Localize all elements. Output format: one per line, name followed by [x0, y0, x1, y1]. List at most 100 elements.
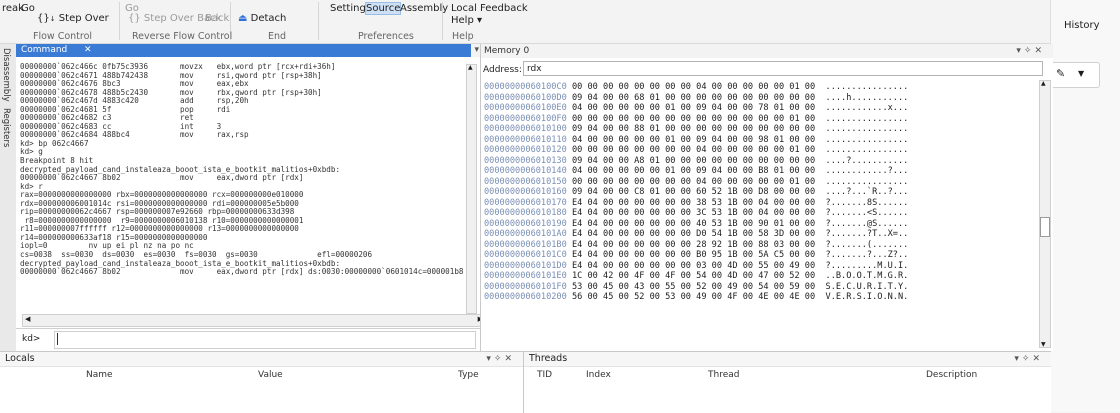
- group-label-help: Help: [452, 31, 474, 42]
- command-input[interactable]: [54, 331, 476, 349]
- memory-row-address: 0000000006010150: [484, 176, 567, 187]
- memory-row-bytes: 09 04 00 00 A8 01 00 00 00 00 00 00 00 0…: [571, 155, 816, 166]
- memory-row-ascii: ?.......<S......: [825, 208, 909, 218]
- memory-row: 00000000060101D0 E4 04 00 00 00 00 00 00…: [484, 261, 1039, 272]
- group-label-end: End: [268, 31, 287, 42]
- command-title: Command: [21, 45, 68, 55]
- memory-row-ascii: ................: [825, 113, 909, 124]
- command-prompt-label: kd>: [22, 334, 41, 344]
- memory-row-bytes: 1C 00 42 00 4F 00 4F 00 54 00 4D 00 47 0…: [571, 271, 816, 281]
- tab-disassembly[interactable]: Disassembly: [1, 48, 11, 102]
- threads-column-index[interactable]: Index: [586, 370, 611, 380]
- memory-row-bytes: 00 00 00 00 00 00 00 00 04 00 00 00 00 0…: [571, 145, 816, 155]
- memory-row: 00000000060101F0 53 00 45 00 43 00 55 00…: [484, 282, 1039, 293]
- memory-row-address: 00000000060101E0: [484, 271, 567, 281]
- pin-icon[interactable]: ✧: [1022, 354, 1033, 364]
- memory-row: 0000000006010170 E4 04 00 00 00 00 00 00…: [484, 198, 1039, 209]
- memory-row-address: 00000000060100F0: [484, 113, 567, 124]
- assembly-button[interactable]: Assembly: [400, 3, 448, 14]
- locals-column-value[interactable]: Value: [258, 370, 283, 380]
- edit-dropdown-button[interactable]: ✎ ▼: [1051, 62, 1100, 88]
- step-over-button[interactable]: {}↓ Step Over: [37, 13, 109, 24]
- memory-row-address: 00000000060101A0: [484, 229, 567, 239]
- close-icon[interactable]: ✕: [504, 354, 515, 364]
- memory-row-address: 00000000060100C0: [484, 82, 567, 92]
- memory-row: 00000000060100F0 00 00 00 00 00 00 00 00…: [484, 114, 1039, 125]
- pin-icon[interactable]: ✧: [494, 354, 505, 364]
- close-icon[interactable]: ✕: [1032, 354, 1043, 364]
- memory-row-bytes: 56 00 45 00 52 00 53 00 49 00 4F 00 4E 0…: [571, 292, 816, 302]
- scroll-up-icon[interactable]: ▲: [1041, 80, 1046, 87]
- memory-row-address: 0000000006010180: [484, 208, 567, 218]
- memory-row: 0000000006010160 09 04 00 00 C8 01 00 00…: [484, 187, 1039, 198]
- memory-row-address: 00000000060101F0: [484, 281, 567, 292]
- help-menu[interactable]: Help ▾: [451, 15, 482, 26]
- scroll-left-icon[interactable]: ◀: [25, 315, 30, 323]
- dropdown-icon[interactable]: ▾: [1016, 46, 1024, 56]
- locals-column-name[interactable]: Name: [86, 370, 113, 380]
- text-caret: [57, 333, 58, 345]
- memory-row: 0000000006010200 56 00 45 00 52 00 53 00…: [484, 292, 1039, 303]
- ribbon: reak Go {}↓ Step Over Go {} Step Over Ba…: [0, 0, 1050, 44]
- command-vertical-scrollbar[interactable]: ▲: [466, 64, 477, 314]
- history-tab[interactable]: History: [1064, 20, 1100, 31]
- locals-column-type[interactable]: Type: [458, 370, 479, 380]
- local-help-button[interactable]: Local: [451, 3, 477, 14]
- pin-icon[interactable]: ✧: [1024, 46, 1035, 56]
- step-over-label: Step Over: [58, 13, 109, 24]
- command-horizontal-scrollbar[interactable]: ◀ ▶: [22, 314, 486, 327]
- eject-icon: ⏏: [238, 13, 248, 24]
- right-panel: History ✎ ▼: [1050, 0, 1120, 412]
- memory-row-bytes: 00 00 00 00 00 00 00 00 04 00 00 00 00 0…: [571, 176, 816, 187]
- memory-row-ascii: ?.......(.......: [825, 239, 909, 250]
- memory-row-ascii: S.E.C.U.R.I.T.Y.: [825, 281, 909, 292]
- memory-row-bytes: 09 04 00 00 88 01 00 00 00 00 00 00 00 0…: [571, 124, 816, 134]
- memory-row: 00000000060101A0 E4 04 00 00 00 00 00 00…: [484, 229, 1039, 240]
- ribbon-divider: [119, 2, 120, 40]
- memory-row: 0000000006010150 00 00 00 00 00 00 00 00…: [484, 177, 1039, 188]
- threads-tab[interactable]: Threads ▾✧✕: [524, 352, 1051, 367]
- threads-column-tid[interactable]: TID: [537, 370, 552, 380]
- back-button[interactable]: Back: [205, 13, 229, 24]
- dropdown-icon[interactable]: ▾: [486, 354, 494, 364]
- pane-controls: ▾✧✕: [1016, 44, 1045, 58]
- tab-registers[interactable]: Registers: [1, 108, 11, 147]
- memory-row-address: 00000000060100D0: [484, 92, 567, 103]
- command-output-line: 00000000`062c4667 8b02 mov eax,dword ptr…: [20, 173, 304, 183]
- detach-button[interactable]: ⏏ Detach: [238, 13, 286, 24]
- memory-row-address: 00000000060101D0: [484, 260, 567, 271]
- threads-pane: Threads ▾✧✕ TID Index Thread Description: [523, 351, 1051, 413]
- group-label-flow-control: Flow Control: [33, 31, 93, 42]
- threads-column-description[interactable]: Description: [926, 370, 977, 380]
- memory-row-address: 0000000006010120: [484, 145, 567, 155]
- feedback-button[interactable]: Feedback: [480, 3, 528, 14]
- scrollbar-thumb[interactable]: [1040, 217, 1050, 237]
- memory-row: 00000000060101C0 E4 04 00 00 00 00 00 00…: [484, 250, 1039, 261]
- memory-row-ascii: ?.......?T..X=..: [825, 229, 909, 239]
- dropdown-icon[interactable]: ▾: [1014, 354, 1022, 364]
- memory-row-ascii: ....?...........: [825, 155, 909, 166]
- threads-column-thread[interactable]: Thread: [708, 370, 739, 380]
- memory-row-address: 00000000060101B0: [484, 239, 567, 250]
- memory-tab[interactable]: Memory 0 ▾✧✕: [481, 44, 1053, 58]
- locals-tab[interactable]: Locals ▾✧✕: [0, 352, 523, 367]
- memory-row-bytes: E4 04 00 00 00 00 00 00 28 92 1B 00 88 0…: [571, 239, 816, 250]
- memory-row-address: 0000000006010170: [484, 197, 567, 208]
- scroll-up-icon[interactable]: ▲: [468, 64, 473, 71]
- memory-rows: 00000000060100C0 00 00 00 00 00 00 00 00…: [484, 82, 1039, 303]
- source-button[interactable]: Source: [364, 2, 402, 15]
- step-over-icon: {}: [37, 13, 50, 24]
- memory-vertical-scrollbar[interactable]: ▲ ▼: [1039, 80, 1051, 348]
- chevron-down-icon: ▼: [1078, 69, 1085, 78]
- group-label-preferences: Preferences: [358, 31, 414, 42]
- go-button[interactable]: Go: [21, 3, 35, 14]
- memory-row-bytes: E4 04 00 00 00 00 00 00 03 00 4D 00 55 0…: [571, 260, 816, 271]
- close-icon[interactable]: ✕: [1034, 46, 1045, 56]
- scroll-down-icon[interactable]: ▼: [1041, 341, 1046, 348]
- memory-row-address: 0000000006010200: [484, 292, 567, 302]
- settings-button[interactable]: Settings: [330, 3, 371, 14]
- command-tab[interactable]: Command ✕ ▾: [16, 44, 482, 57]
- address-input[interactable]: rdx: [523, 61, 1043, 76]
- close-icon[interactable]: ✕: [84, 44, 92, 57]
- memory-row-address: 0000000006010130: [484, 155, 567, 166]
